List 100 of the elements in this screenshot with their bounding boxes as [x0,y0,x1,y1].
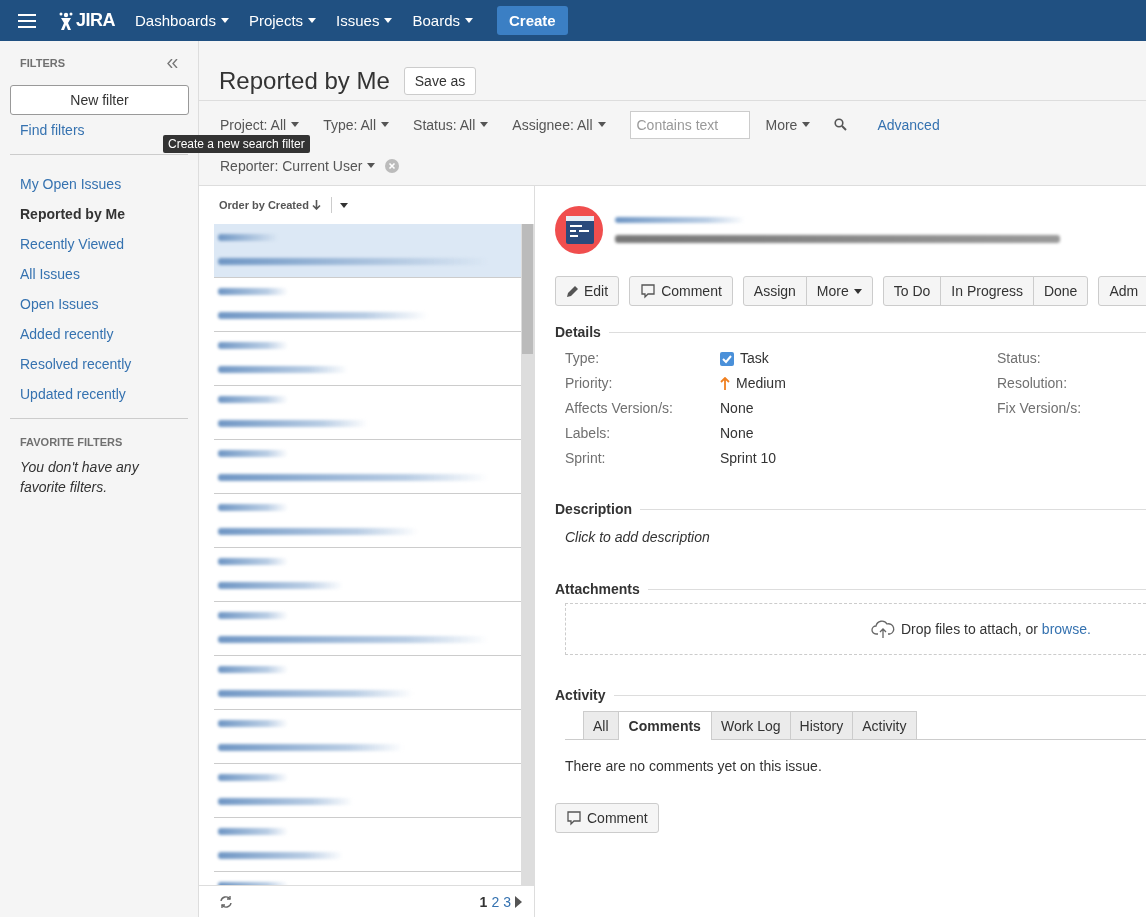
sidebar-item[interactable]: Recently Viewed [10,229,188,259]
nav-menu[interactable]: Dashboards [135,12,229,29]
favorites-heading: FAVORITE FILTERS [20,436,123,448]
section-heading: Activity [555,687,606,703]
toolbar-button[interactable]: Adm [1098,276,1146,306]
collapse-icon[interactable] [167,58,178,68]
blurred-text [218,666,288,673]
blurred-text [218,828,288,835]
caret-icon [291,122,300,127]
nav-menu[interactable]: Projects [248,12,317,29]
blurred-text [218,720,288,727]
caret-icon [384,18,393,23]
drop-zone[interactable]: Drop files to attach, or browse. [565,603,1146,655]
page-title: Reported by Me [219,66,390,95]
page-link[interactable]: 2 [491,893,500,910]
sidebar-heading: FILTERS [20,57,65,69]
browse-link[interactable]: browse. [1041,621,1091,637]
toolbar-button[interactable]: Comment [629,276,733,306]
sidebar-item[interactable]: Updated recently [10,379,188,409]
blurred-text [218,612,288,619]
section-heading: Attachments [555,581,640,597]
field-label: Labels: [565,424,611,443]
refresh-icon[interactable] [219,894,233,909]
caret-icon [597,122,606,127]
page-link[interactable]: 1 [479,893,488,910]
toolbar-button[interactable]: Done [1032,276,1089,306]
filter-dropdown[interactable]: Assignee: All [512,116,606,133]
logo-text: JIRA [76,10,115,31]
clear-icon[interactable] [385,158,400,173]
field-value: Medium [736,374,786,393]
blurred-text [218,288,288,295]
caret-icon [480,122,489,127]
nav-menu[interactable]: Issues [336,12,393,29]
new-filter-button[interactable]: New filter [10,85,189,115]
down-arrow-icon [311,200,321,210]
filter-dropdown[interactable]: Project: All [220,116,300,133]
create-button[interactable]: Create [497,6,568,35]
field-label: Type: [565,349,600,368]
caret-icon [802,122,811,127]
sidebar-item[interactable]: My Open Issues [10,169,188,199]
search-field[interactable]: Contains text [629,110,750,139]
dropdown-icon [339,202,348,208]
field-value: None [720,424,754,443]
activity-tab[interactable]: All [583,711,619,739]
checkbox-icon [720,351,734,366]
section-heading: Details [555,324,601,340]
blurred-text [218,558,288,565]
toolbar-button[interactable]: Edit [555,276,620,306]
logo-icon [58,10,74,31]
blurred-text [218,342,288,349]
sidebar-item[interactable]: Open Issues [10,289,188,319]
caret-icon [465,18,473,23]
comment-button[interactable]: Comment [555,803,659,833]
sidebar-item[interactable]: Resolved recently [10,349,188,379]
search-icon[interactable] [834,118,848,131]
filter-dropdown[interactable]: Status: All [413,116,489,133]
caret-icon [308,18,317,23]
field-value: Sprint 10 [720,449,777,468]
tooltip: Create a new search filter [163,135,310,153]
speech-bubble-icon [640,283,657,299]
save-as-button[interactable]: Save as [403,66,477,95]
nav-menu[interactable]: Boards [412,12,473,29]
sort-button[interactable]: Order by Created [219,199,321,211]
activity-tab[interactable]: Comments [617,711,712,740]
field-value: Task [740,349,769,368]
activity-tab[interactable]: History [789,711,854,739]
description-placeholder[interactable]: Click to add description [555,529,710,545]
empty-message: There are no comments yet on this issue. [564,758,822,774]
sidebar-item[interactable]: Reported by Me [10,199,188,229]
issue-row[interactable] [214,224,521,278]
next-icon[interactable] [515,895,522,908]
filter-dropdown[interactable]: Type: All [323,116,390,133]
toolbar-button[interactable]: In Progress [940,276,1034,306]
blurred-text [218,504,288,511]
field-label: Sprint: [565,449,606,468]
field-label: Affects Version/s: [565,399,673,418]
blurred-text [218,396,288,403]
scrollbar[interactable] [521,224,534,885]
activity-tab[interactable]: Work Log [710,711,791,739]
field-label: Status: [997,349,1041,368]
page-link[interactable]: 3 [503,893,511,910]
filter-dropdown[interactable]: Reporter: Current User [220,157,376,174]
field-label: Fix Version/s: [997,399,1082,418]
blurred-text [218,234,278,241]
toolbar-button[interactable]: More [805,276,873,306]
field-value: None [720,399,754,418]
cloud-upload-icon [871,619,895,639]
activity-tab[interactable]: Activity [852,711,917,739]
sidebar-item[interactable]: All Issues [10,259,188,289]
caret-icon [367,163,376,168]
toolbar-button[interactable]: To Do [882,276,942,306]
field-label: Resolution: [997,374,1068,393]
caret-icon [220,18,229,23]
menu-icon[interactable] [18,13,36,28]
advanced-link[interactable]: Advanced [877,116,940,133]
drop-text: Drop files to attach, or browse. [901,621,1091,637]
toolbar-button[interactable]: Assign [742,276,807,306]
sidebar-item[interactable]: Added recently [10,319,188,349]
more-dropdown[interactable]: More [765,116,811,133]
caret-icon [853,288,862,294]
